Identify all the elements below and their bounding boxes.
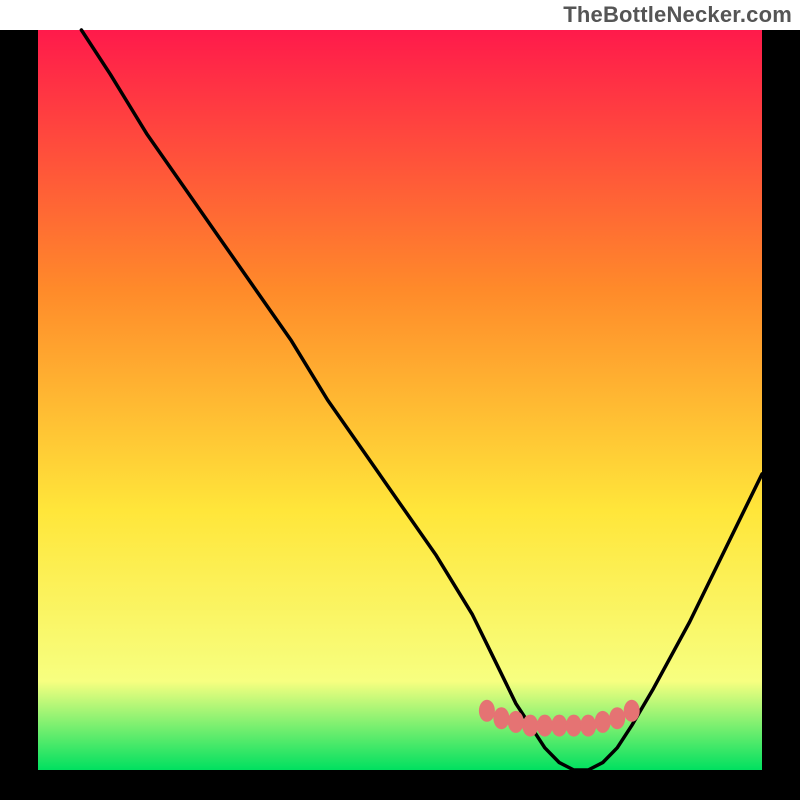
optimal-marker [551, 715, 567, 737]
plot-background [38, 30, 762, 770]
optimal-marker [609, 707, 625, 729]
optimal-marker [624, 700, 640, 722]
optimal-marker [479, 700, 495, 722]
optimal-marker [522, 715, 538, 737]
optimal-marker [566, 715, 582, 737]
bottleneck-chart [0, 0, 800, 800]
optimal-marker [493, 707, 509, 729]
optimal-marker [580, 715, 596, 737]
chart-container: TheBottleNecker.com [0, 0, 800, 800]
optimal-marker [537, 715, 553, 737]
optimal-marker [595, 711, 611, 733]
attribution-label: TheBottleNecker.com [563, 2, 792, 28]
optimal-marker [508, 711, 524, 733]
